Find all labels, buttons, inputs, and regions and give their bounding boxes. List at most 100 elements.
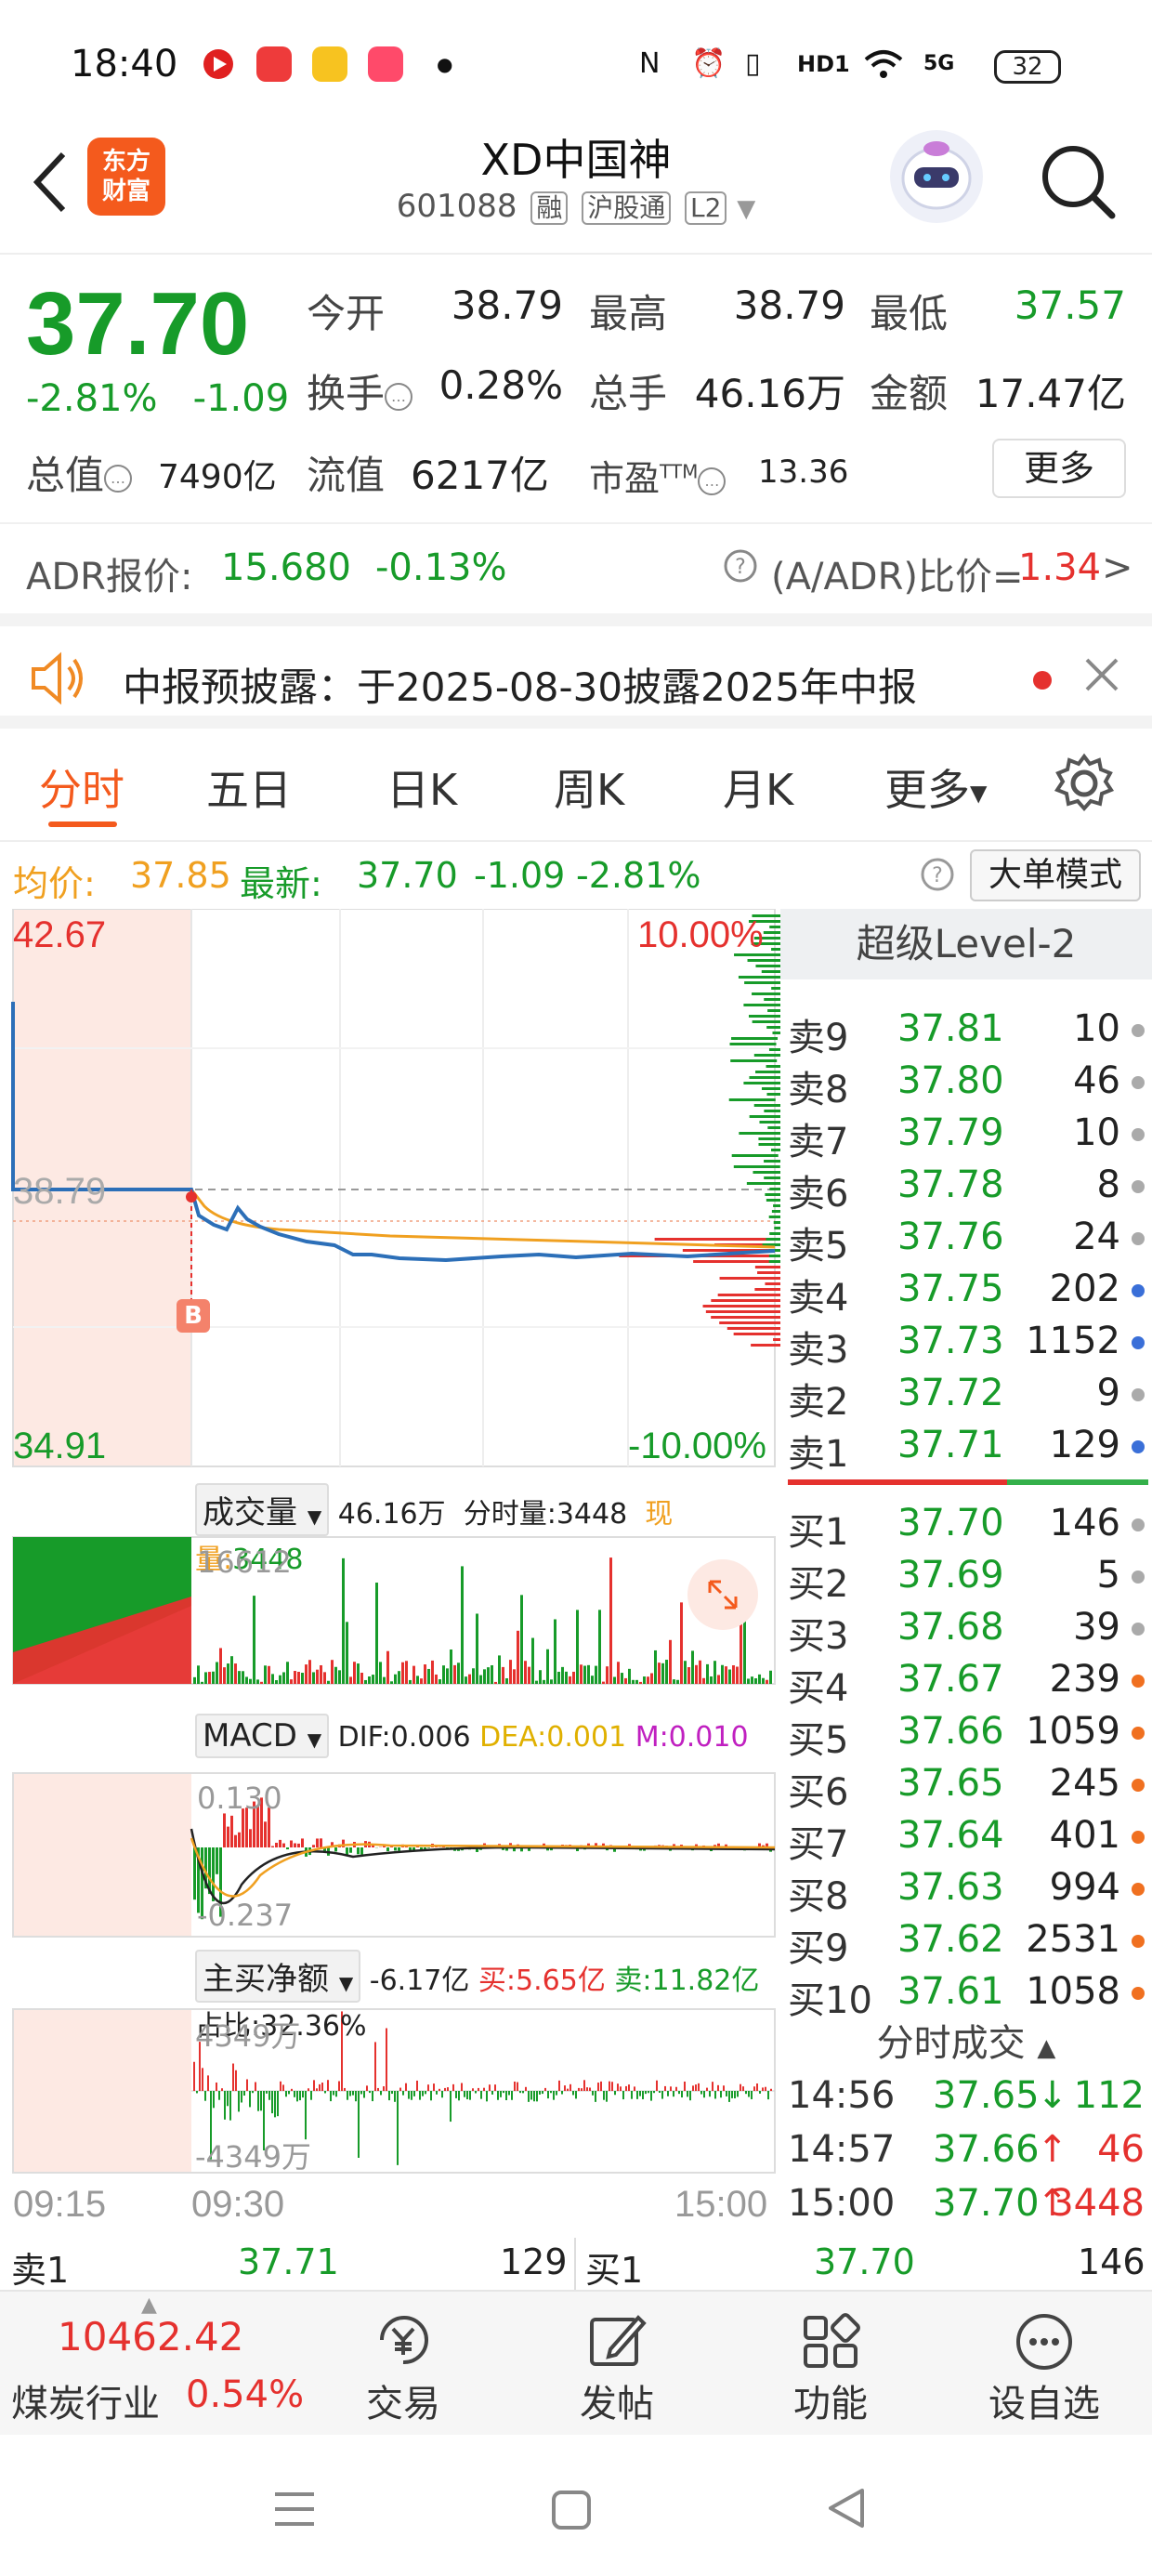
brand-logo[interactable]: 东方 财富 <box>87 138 165 216</box>
tab-more-label: 更多 <box>884 765 970 815</box>
chart-bar <box>703 2091 705 2098</box>
status-dot <box>1132 1518 1145 1531</box>
ask-row[interactable]: 卖4 37.75 202 <box>788 1264 1148 1320</box>
tab-daily-k[interactable]: 日K <box>386 756 457 818</box>
bid-row[interactable]: 买2 37.69 5 <box>788 1550 1148 1606</box>
chart-bar <box>478 2087 479 2091</box>
signal-icon: 5G <box>923 46 954 82</box>
chart-bar <box>193 2061 195 2091</box>
expand-icon[interactable] <box>687 1559 758 1630</box>
industry-name[interactable]: 煤炭行业 <box>11 2373 160 2427</box>
chart-bar <box>305 2091 307 2140</box>
chart-bar <box>753 1104 801 1107</box>
bid-row[interactable]: 买6 37.65 245 <box>788 1758 1148 1814</box>
chart-bar <box>622 2091 624 2100</box>
chart-bar <box>678 2091 680 2095</box>
chart-bar <box>754 1677 757 1684</box>
bid-row[interactable]: 买3 37.68 39 <box>788 1602 1148 1658</box>
nav-trade[interactable]: 交易 <box>338 2308 468 2427</box>
chart-bar <box>517 2082 518 2091</box>
macd-indicator-dropdown[interactable]: MACD ▼ <box>195 1714 330 1758</box>
tab-more[interactable]: 更多▼ <box>884 756 987 818</box>
chart-bar <box>422 2091 424 2096</box>
logo-line1: 东方 <box>101 148 151 176</box>
home-icon[interactable] <box>550 2489 593 2535</box>
chart-bar <box>665 1660 668 1684</box>
chart-bar <box>765 1282 951 1285</box>
tab-five-day[interactable]: 五日 <box>206 756 292 818</box>
chart-bar <box>419 2091 421 2100</box>
chart-bar <box>455 2091 457 2098</box>
bid-row[interactable]: 买10 37.61 1058 <box>788 1966 1148 2022</box>
more-button[interactable]: 更多 <box>992 439 1126 498</box>
search-icon[interactable] <box>1036 139 1119 223</box>
bid-row[interactable]: 买4 37.67 239 <box>788 1654 1148 1710</box>
ask-row[interactable]: 卖2 37.72 9 <box>788 1368 1148 1424</box>
bid-row[interactable]: 买1 37.70 146 <box>788 1498 1148 1554</box>
adr-row[interactable]: ADR报价: 15.680 -0.13% ? (A/ADR)比价= 1.34 > <box>0 522 1152 611</box>
trades-title[interactable]: 分时成交 ▲ <box>780 2013 1152 2067</box>
caret-down-icon: ▼ <box>338 1972 354 1994</box>
chart-bar <box>698 2083 700 2091</box>
info-icon[interactable]: … <box>698 467 727 495</box>
chart-bar <box>753 1054 801 1057</box>
settings-gear-icon[interactable] <box>1054 753 1115 818</box>
chart-bar <box>706 1663 709 1684</box>
low-value: 37.57 <box>1014 283 1126 328</box>
info-icon[interactable]: … <box>104 464 133 493</box>
chart-bar <box>766 1026 814 1029</box>
chart-bar <box>586 2087 588 2091</box>
chevron-right-icon[interactable]: > <box>1102 546 1133 589</box>
net-inflow-dropdown[interactable]: 主买净额 ▼ <box>195 1950 361 2003</box>
nav-post[interactable]: 发帖 <box>552 2308 682 2427</box>
chart-bar <box>550 2091 552 2094</box>
chart-bar <box>252 2091 254 2094</box>
high-label: 最高 <box>589 291 668 336</box>
ask-row[interactable]: 卖8 37.80 46 <box>788 1056 1148 1111</box>
tab-monthly-k[interactable]: 月K <box>723 756 793 818</box>
volume-indicator-dropdown[interactable]: 成交量 ▼ <box>195 1483 330 1536</box>
help-icon[interactable]: ? <box>723 548 758 593</box>
chart-bar <box>578 2087 580 2091</box>
tab-intraday[interactable]: 分时 <box>39 756 124 818</box>
chart-bar <box>218 2091 220 2100</box>
bid-row[interactable]: 买7 37.64 401 <box>788 1810 1148 1866</box>
menu-icon[interactable] <box>271 2489 318 2533</box>
chart-bar <box>528 2091 530 2102</box>
notice-banner[interactable]: 中报预披露：于2025-08-30披露2025年中报 <box>0 613 1152 729</box>
ask-row-label: 卖6 <box>788 1173 849 1216</box>
ask-row[interactable]: 卖9 37.81 10 <box>788 1004 1148 1059</box>
chart-bar <box>770 2088 772 2091</box>
ask-row[interactable]: 卖6 37.78 8 <box>788 1160 1148 1216</box>
avg-value: 37.85 <box>130 855 231 896</box>
chart-bar <box>294 1671 296 1684</box>
close-icon[interactable] <box>1081 654 1122 704</box>
intraday-chart[interactable]: 42.67 10.00% 38.79 34.91 -10.00% B 成交量 ▼… <box>0 908 960 2238</box>
chart-bar <box>282 1843 285 1847</box>
ask-row[interactable]: 卖1 37.71 129 <box>788 1420 1148 1476</box>
ask-row[interactable]: 卖5 37.76 24 <box>788 1212 1148 1268</box>
ask-row[interactable]: 卖3 37.73 1152 <box>788 1316 1148 1372</box>
nav-functions[interactable]: 功能 <box>766 2308 896 2427</box>
help-icon[interactable]: ? <box>920 857 955 900</box>
buy-marker[interactable]: B <box>177 1299 210 1333</box>
info-icon[interactable]: … <box>385 382 413 411</box>
industry-index-value[interactable]: 10462.42 <box>58 2314 243 2359</box>
change-amount: -1.09 <box>192 377 290 420</box>
bid-row[interactable]: 买9 37.62 2531 <box>788 1914 1148 1970</box>
nav-add-watchlist[interactable]: 设自选 <box>979 2308 1109 2427</box>
ask-row[interactable]: 卖7 37.79 10 <box>788 1108 1148 1163</box>
back-nav-icon[interactable] <box>823 2485 870 2535</box>
back-icon[interactable] <box>24 145 80 219</box>
level2-title[interactable]: 超级Level-2 <box>780 909 1152 979</box>
chart-bar <box>659 2091 661 2094</box>
big-order-mode-button[interactable]: 大单模式 <box>970 849 1141 901</box>
bid-row[interactable]: 买8 37.63 994 <box>788 1862 1148 1918</box>
bid-row-volume: 146 <box>1049 1502 1120 1544</box>
bid-row[interactable]: 买5 37.66 1059 <box>788 1706 1148 1762</box>
assistant-robot-icon[interactable] <box>890 130 983 223</box>
tab-weekly-k[interactable]: 周K <box>554 756 624 818</box>
chart-bar <box>334 1847 337 1852</box>
caret-down-icon[interactable]: ▼ <box>737 195 755 223</box>
chart-bar <box>758 1143 805 1146</box>
